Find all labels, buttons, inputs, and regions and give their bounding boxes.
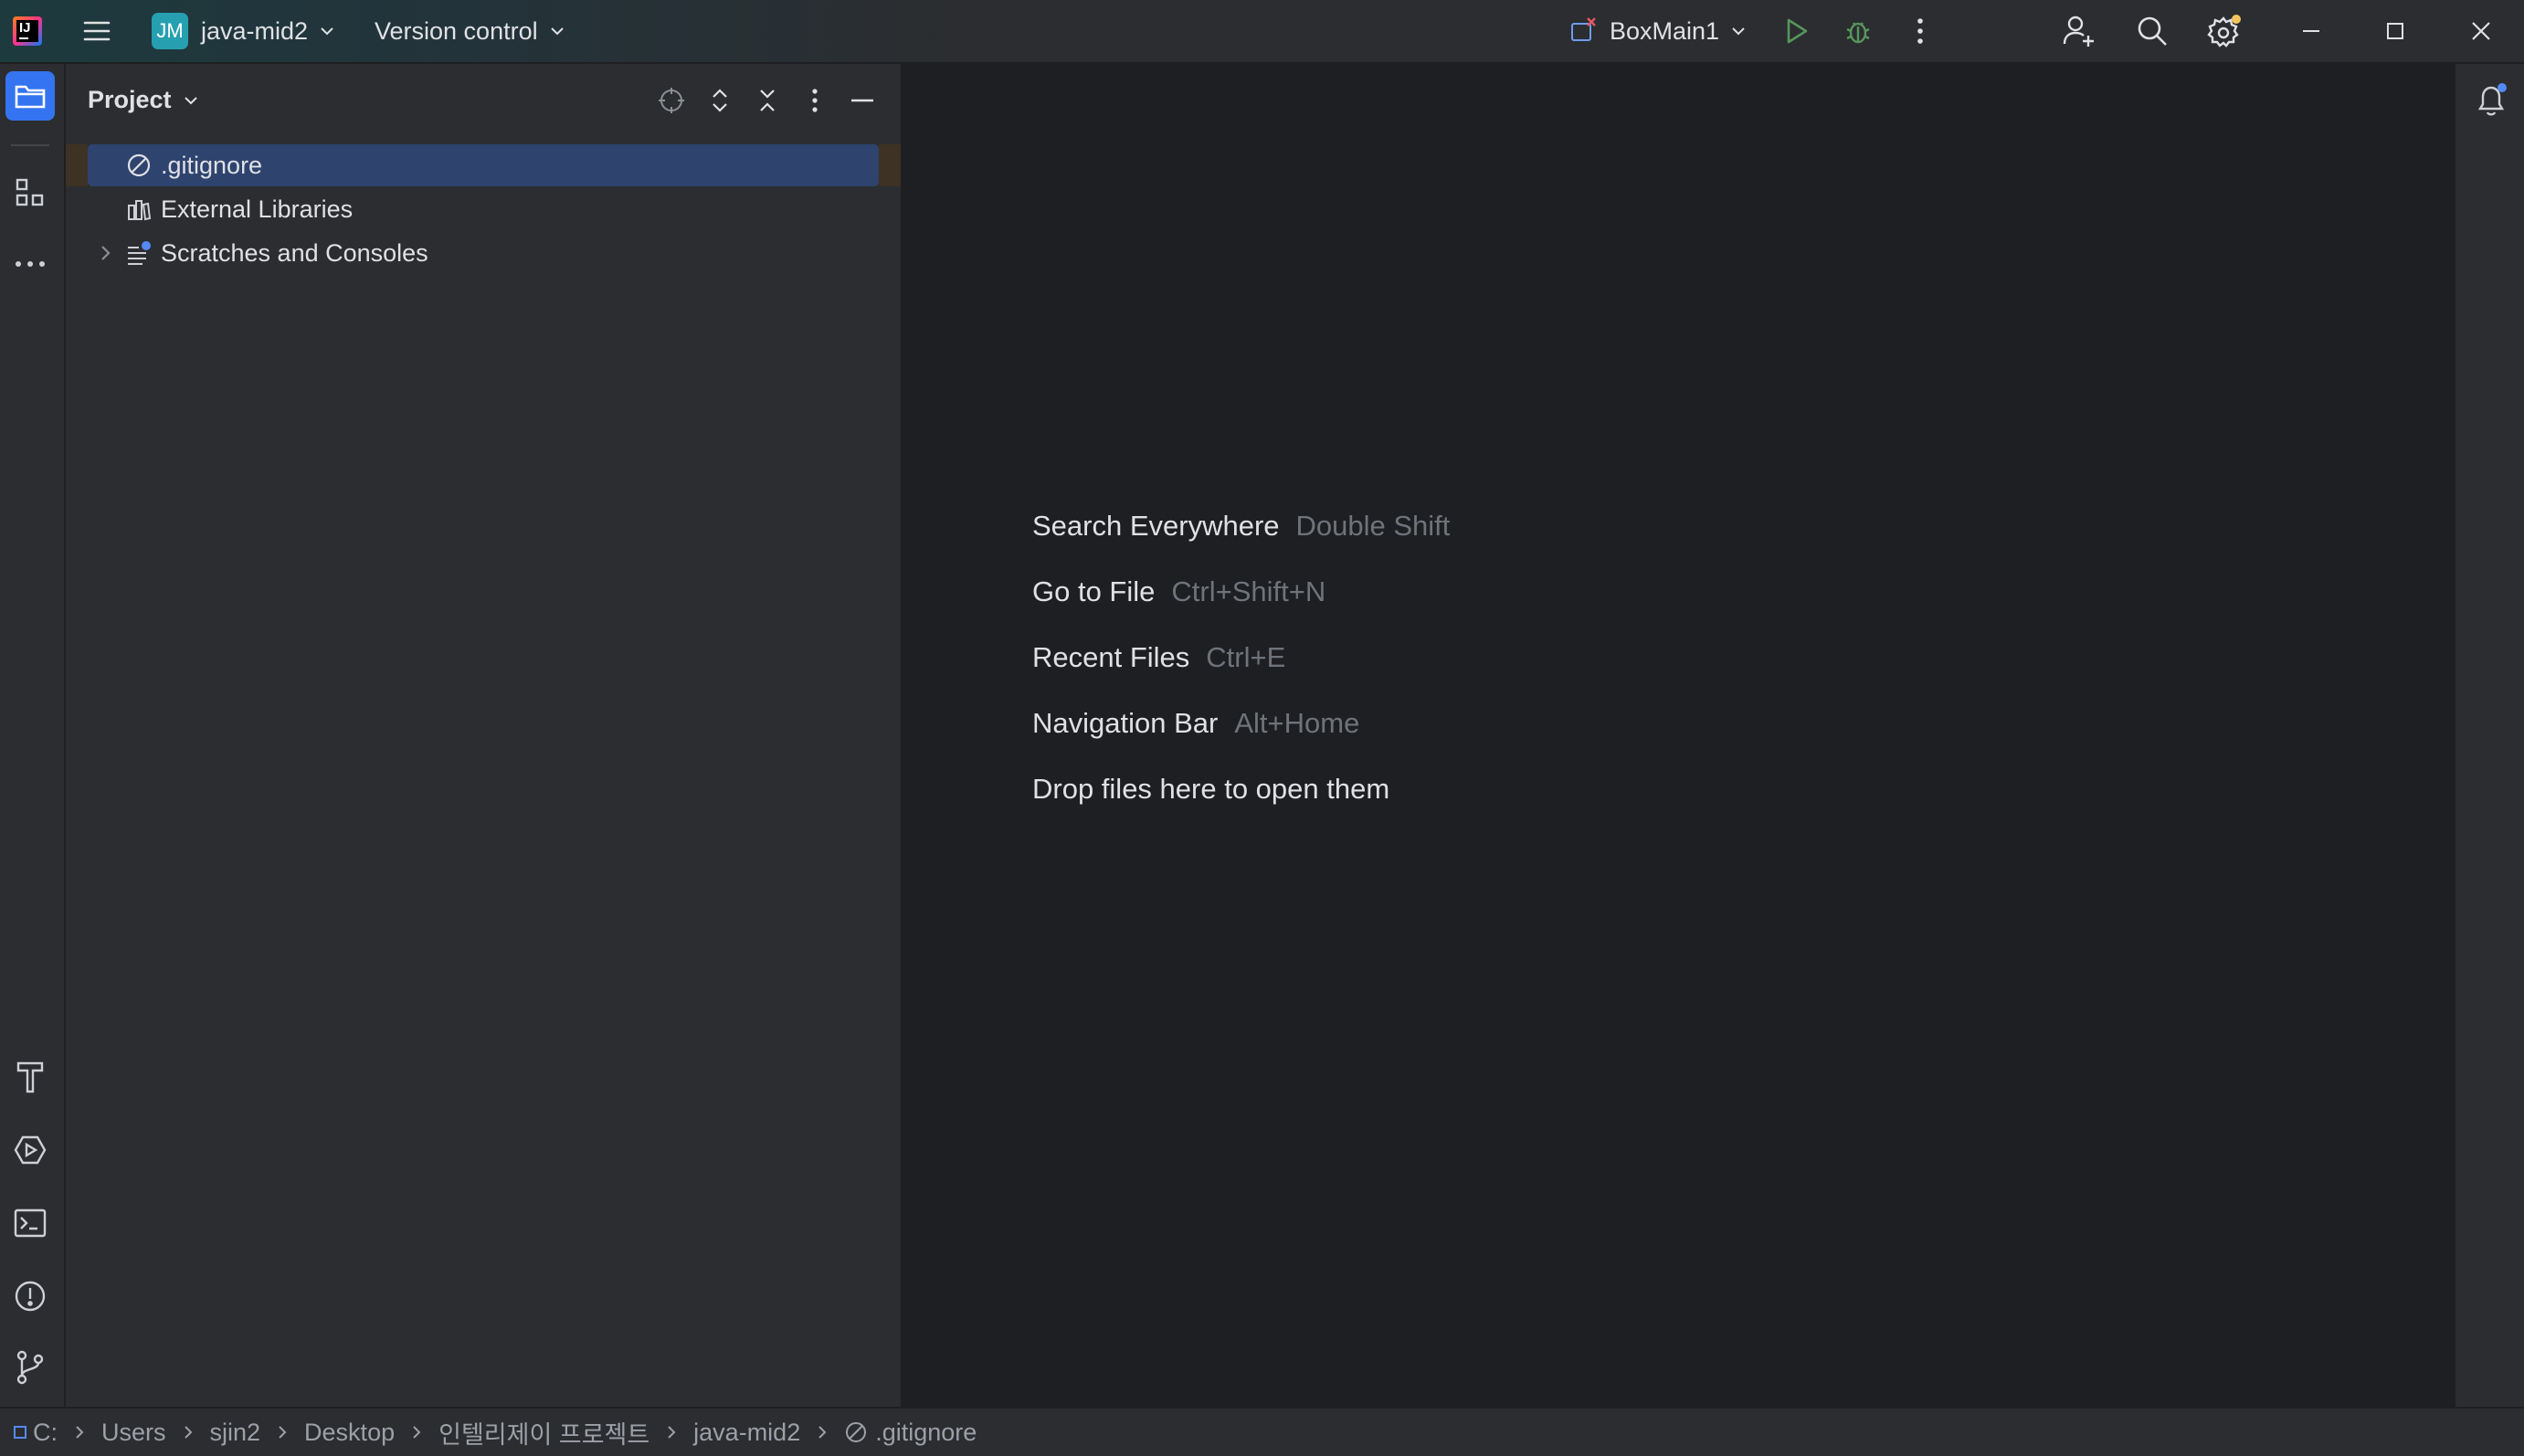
terminal-icon[interactable] bbox=[5, 1198, 55, 1248]
project-tool-window: Project .gitignore External Libraries Sc… bbox=[66, 64, 903, 1407]
more-tools-icon[interactable] bbox=[5, 239, 55, 289]
services-run-icon[interactable] bbox=[5, 1125, 55, 1175]
breadcrumb-users[interactable]: Users bbox=[101, 1419, 166, 1447]
minimize-icon[interactable] bbox=[2291, 11, 2331, 51]
chevron-down-icon bbox=[184, 96, 197, 104]
options-vertical-icon[interactable] bbox=[798, 84, 831, 117]
hint-shortcut: Ctrl+Shift+N bbox=[1171, 575, 1326, 607]
notifications-bell-icon[interactable] bbox=[2466, 75, 2516, 124]
breadcrumb-label: 인텔리제이 프로젝트 bbox=[438, 1420, 650, 1449]
library-icon bbox=[128, 200, 152, 221]
breadcrumb-folder[interactable]: 인텔리제이 프로젝트 bbox=[438, 1415, 649, 1451]
chevron-right-icon bbox=[76, 1426, 84, 1439]
hint-recent-files: Recent Files Ctrl+E bbox=[1032, 641, 1285, 674]
hint-action: Recent Files bbox=[1032, 641, 1190, 673]
debug-icon[interactable] bbox=[1838, 11, 1878, 51]
tree-item-label: Scratches and Consoles bbox=[161, 239, 428, 267]
tree-item-gitignore[interactable]: .gitignore bbox=[66, 144, 901, 186]
chevron-right-icon bbox=[184, 1426, 192, 1439]
chevron-right-icon bbox=[413, 1426, 421, 1439]
add-user-icon[interactable] bbox=[2059, 11, 2099, 51]
chevron-right-icon bbox=[279, 1426, 287, 1439]
tree-item-scratches[interactable]: Scratches and Consoles bbox=[66, 232, 901, 274]
version-control-menu[interactable]: Version control bbox=[375, 0, 567, 62]
hint-drop-files: Drop files here to open them bbox=[1032, 773, 1389, 806]
title-bar: IJ JM java-mid2 Version control BoxMain1 bbox=[0, 0, 2524, 64]
breadcrumb-label: .gitignore bbox=[875, 1418, 977, 1446]
intellij-logo-icon[interactable]: IJ bbox=[13, 16, 42, 46]
project-name: java-mid2 bbox=[201, 16, 309, 45]
structure-icon[interactable] bbox=[5, 168, 55, 217]
breadcrumb-label: C: bbox=[33, 1418, 58, 1446]
hint-shortcut: Double Shift bbox=[1295, 510, 1451, 542]
ignore-file-icon bbox=[127, 153, 151, 177]
hint-action: Drop files here to open them bbox=[1032, 773, 1390, 805]
breadcrumb-drive[interactable]: C: bbox=[13, 1419, 58, 1447]
hint-go-to-file: Go to File Ctrl+Shift+N bbox=[1032, 575, 1325, 608]
close-icon[interactable] bbox=[2461, 11, 2501, 51]
chevron-right-icon bbox=[668, 1426, 676, 1439]
collapse-all-icon[interactable] bbox=[751, 84, 784, 117]
project-selector[interactable]: JM java-mid2 bbox=[152, 0, 337, 62]
run-config-label: BoxMain1 bbox=[1610, 16, 1720, 45]
chevron-right-icon[interactable] bbox=[95, 243, 115, 263]
hint-action: Navigation Bar bbox=[1032, 707, 1219, 739]
tree-item-label: External Libraries bbox=[161, 195, 354, 223]
maximize-icon[interactable] bbox=[2375, 11, 2415, 51]
panel-title: Project bbox=[88, 86, 172, 113]
breadcrumb-project[interactable]: java-mid2 bbox=[693, 1419, 800, 1447]
main-menu-icon[interactable] bbox=[77, 11, 117, 51]
project-folder-icon[interactable] bbox=[5, 71, 55, 121]
chevron-down-icon bbox=[550, 27, 564, 36]
editor-empty-area[interactable]: Search Everywhere Double Shift Go to File… bbox=[903, 64, 2452, 1407]
breadcrumb-label: Desktop bbox=[304, 1418, 396, 1446]
ignore-file-icon bbox=[846, 1422, 867, 1442]
left-tool-strip bbox=[0, 64, 66, 1407]
build-hammer-icon[interactable] bbox=[5, 1052, 55, 1102]
chevron-down-icon bbox=[1732, 27, 1745, 36]
settings-icon[interactable] bbox=[2205, 11, 2245, 51]
strip-divider bbox=[11, 144, 49, 146]
hint-navigation-bar: Navigation Bar Alt+Home bbox=[1032, 707, 1359, 740]
breadcrumb-user[interactable]: sjin2 bbox=[210, 1419, 261, 1447]
hint-shortcut: Ctrl+E bbox=[1206, 641, 1286, 673]
hint-search-everywhere: Search Everywhere Double Shift bbox=[1032, 510, 1450, 543]
drive-icon bbox=[14, 1426, 26, 1439]
git-branch-icon[interactable] bbox=[5, 1343, 55, 1392]
tree-item-label: .gitignore bbox=[161, 152, 263, 179]
hide-panel-icon[interactable] bbox=[846, 84, 879, 117]
version-control-label: Version control bbox=[375, 16, 538, 45]
breadcrumb-label: java-mid2 bbox=[693, 1418, 801, 1446]
search-icon[interactable] bbox=[2132, 11, 2172, 51]
run-config-icon bbox=[1571, 17, 1596, 41]
chevron-down-icon bbox=[321, 27, 333, 36]
hint-action: Go to File bbox=[1032, 575, 1156, 607]
breadcrumb-desktop[interactable]: Desktop bbox=[304, 1419, 395, 1447]
project-panel-header: Project bbox=[66, 64, 901, 137]
project-view-selector[interactable]: Project bbox=[88, 86, 201, 114]
status-bar-breadcrumbs: C: Users sjin2 Desktop 인텔리제이 프로젝트 java-m… bbox=[0, 1407, 2524, 1456]
scratches-icon bbox=[128, 241, 151, 265]
more-vertical-icon[interactable] bbox=[1900, 11, 1940, 51]
project-badge: JM bbox=[152, 13, 188, 49]
right-tool-strip bbox=[2454, 64, 2524, 1407]
hint-action: Search Everywhere bbox=[1032, 510, 1280, 542]
run-icon[interactable] bbox=[1776, 11, 1816, 51]
tree-item-external-libraries[interactable]: External Libraries bbox=[66, 188, 901, 230]
chevron-right-icon bbox=[818, 1426, 827, 1439]
breadcrumb-label: Users bbox=[101, 1418, 166, 1446]
breadcrumb-label: sjin2 bbox=[209, 1418, 261, 1446]
breadcrumb-file[interactable]: .gitignore bbox=[844, 1419, 977, 1447]
hint-shortcut: Alt+Home bbox=[1234, 707, 1360, 739]
row-highlight-stripe bbox=[879, 144, 901, 186]
locate-file-icon[interactable] bbox=[655, 84, 688, 117]
row-highlight-stripe bbox=[66, 144, 88, 186]
problems-icon[interactable] bbox=[5, 1271, 55, 1321]
run-config-selector[interactable]: BoxMain1 bbox=[1569, 0, 1748, 62]
expand-all-icon[interactable] bbox=[703, 84, 736, 117]
